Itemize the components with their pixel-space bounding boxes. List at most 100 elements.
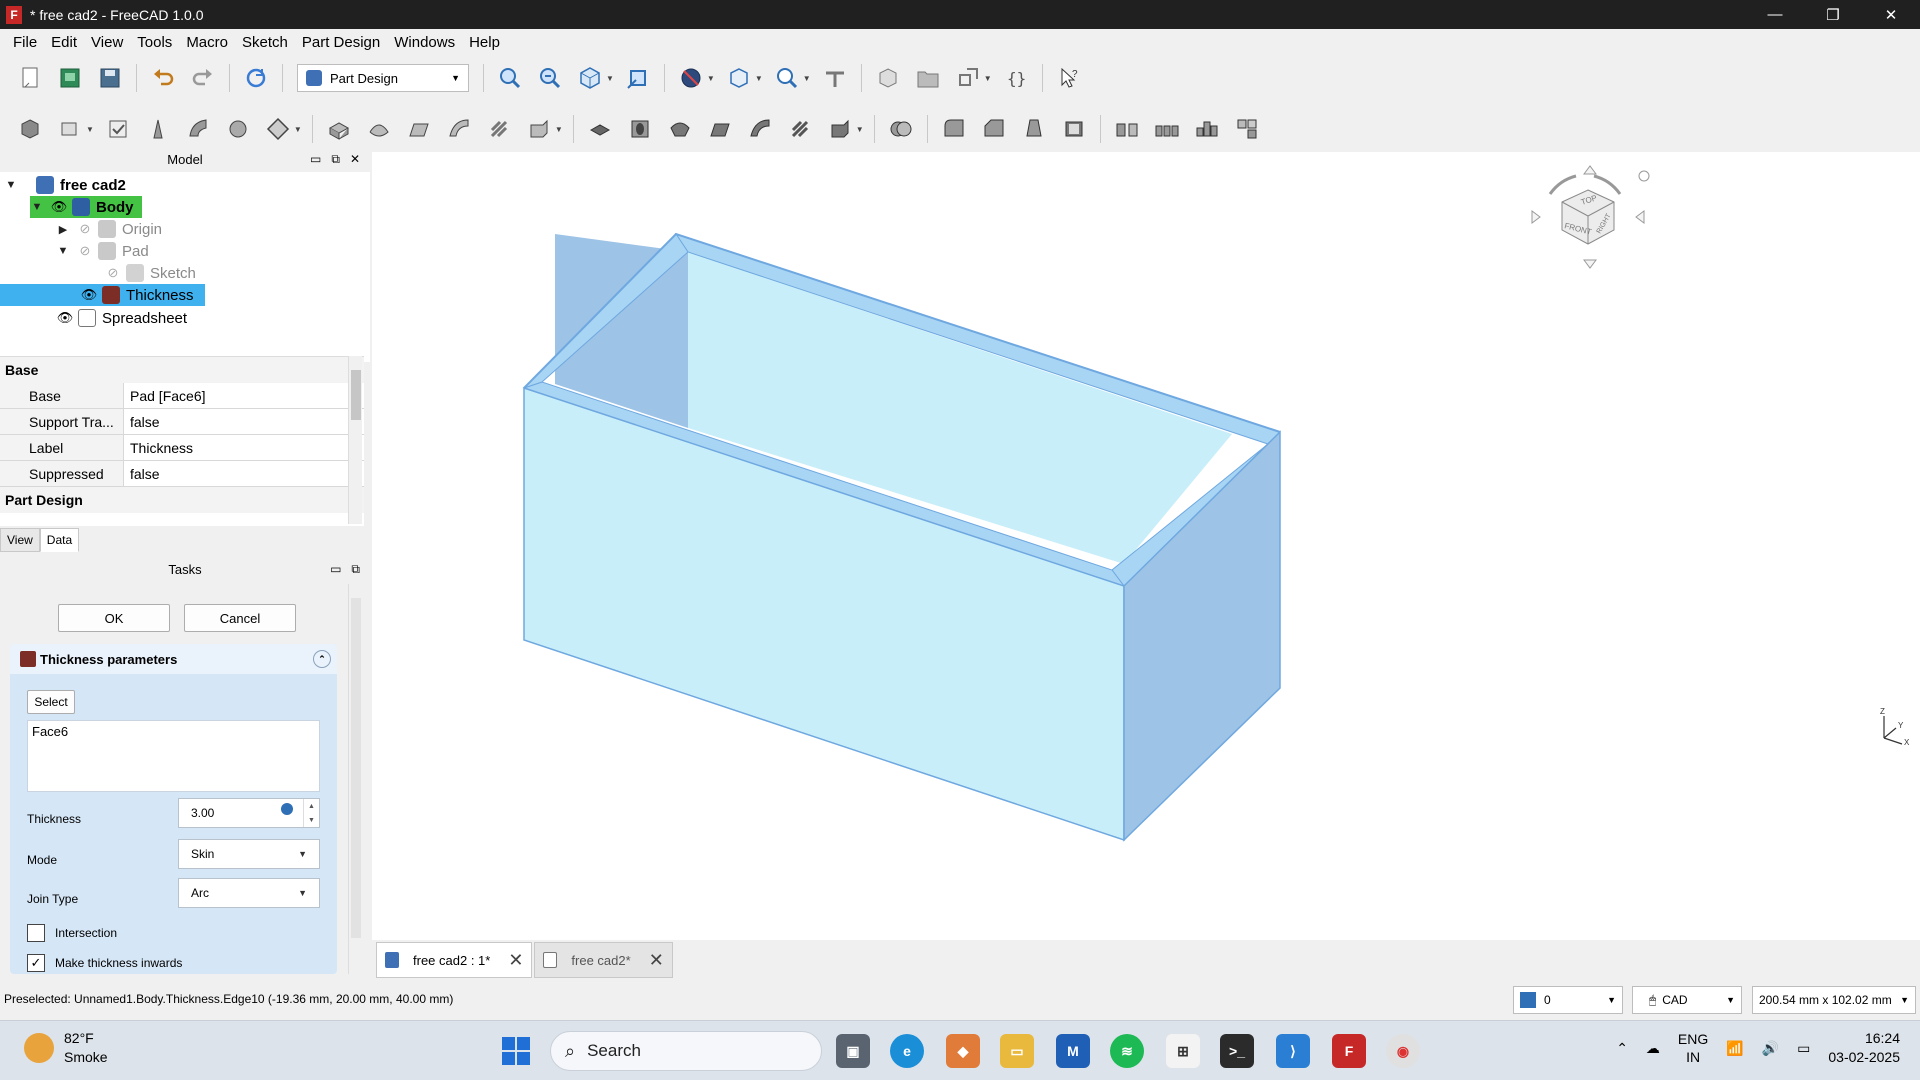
navcube-menu-icon[interactable] xyxy=(1638,170,1650,182)
mirrored-icon[interactable] xyxy=(1112,114,1142,144)
visibility-eye-icon[interactable]: 👁 xyxy=(50,199,68,215)
clock[interactable]: 16:24 03-02-2025 xyxy=(1828,1029,1900,1067)
chevron-down-icon[interactable]: ▼ xyxy=(755,74,763,83)
panel-close-icon[interactable]: ✕ xyxy=(350,152,360,167)
intersection-checkbox[interactable]: Intersection xyxy=(27,924,117,942)
chevron-down-icon[interactable]: ▼ xyxy=(707,74,715,83)
navcube-rotate-right-icon[interactable] xyxy=(1593,174,1622,195)
chevron-down-icon[interactable]: ▼ xyxy=(555,125,563,134)
fillet-icon[interactable] xyxy=(939,114,969,144)
pad-icon[interactable] xyxy=(324,114,354,144)
tasks-scrollbar[interactable] xyxy=(348,584,362,974)
chamfer-icon[interactable] xyxy=(979,114,1009,144)
tree-item-document[interactable]: ▼ free cad2 xyxy=(4,174,126,196)
face-list-item[interactable]: Face6 xyxy=(32,724,68,739)
vscode-icon[interactable]: ⟩ xyxy=(1276,1034,1310,1068)
menu-macro[interactable]: Macro xyxy=(179,34,235,51)
group-folder-icon[interactable] xyxy=(913,63,943,93)
scrollbar-thumb[interactable] xyxy=(351,598,361,938)
menu-view[interactable]: View xyxy=(84,34,130,51)
maximize-button[interactable]: ❐ xyxy=(1804,0,1862,29)
tab-3d-document[interactable]: free cad2 : 1* ✕ xyxy=(376,942,533,978)
chevron-up-icon[interactable]: ⌃ xyxy=(1616,1040,1628,1057)
subtractive-helix-icon[interactable] xyxy=(785,114,815,144)
chevron-down-icon[interactable]: ▼ xyxy=(984,74,992,83)
copilot-icon[interactable]: ◆ xyxy=(946,1034,980,1068)
file-explorer-icon[interactable]: ▭ xyxy=(1000,1034,1034,1068)
menu-help[interactable]: Help xyxy=(462,34,507,51)
chevron-down-icon[interactable]: ▼ xyxy=(606,74,614,83)
thickness-icon[interactable] xyxy=(1059,114,1089,144)
task-view-icon[interactable]: ▣ xyxy=(836,1034,870,1068)
hole-icon[interactable] xyxy=(625,114,655,144)
panel-undock-icon[interactable]: ⧉ xyxy=(351,562,360,577)
tab-data[interactable]: Data xyxy=(39,528,80,552)
chevron-down-icon[interactable]: ▼ xyxy=(803,74,811,83)
subtractive-pipe-icon[interactable] xyxy=(745,114,775,144)
tree-item-origin[interactable]: ▶ ⊘ Origin xyxy=(56,218,162,240)
windows-start-icon[interactable] xyxy=(502,1037,530,1065)
freecad-taskbar-icon[interactable]: F xyxy=(1332,1034,1366,1068)
redo-icon[interactable] xyxy=(188,63,218,93)
zoom-icon[interactable] xyxy=(772,63,802,93)
property-row[interactable]: Suppressed false xyxy=(0,461,364,487)
navigation-style-selector[interactable]: 🖱 CAD ▼ xyxy=(1632,986,1742,1014)
navigation-cube[interactable]: TOP FRONT RIGHT xyxy=(1520,162,1650,272)
validate-sketch-icon[interactable] xyxy=(103,114,133,144)
scrollbar-thumb[interactable] xyxy=(351,370,361,420)
navcube-arrow-right-icon[interactable] xyxy=(1635,210,1645,224)
new-document-icon[interactable] xyxy=(15,63,45,93)
edge-browser-icon[interactable]: e xyxy=(890,1034,924,1068)
chrome-icon[interactable]: ◉ xyxy=(1386,1034,1420,1068)
checkbox-unchecked[interactable] xyxy=(27,924,45,942)
tree-item-sketch[interactable]: ⊘ Sketch xyxy=(104,262,196,284)
property-value[interactable]: Thickness xyxy=(124,435,364,460)
menu-windows[interactable]: Windows xyxy=(387,34,462,51)
create-body-icon[interactable] xyxy=(15,114,45,144)
linear-pattern-icon[interactable] xyxy=(1152,114,1182,144)
hidden-eye-icon[interactable]: ⊘ xyxy=(104,265,122,281)
bounding-box-icon[interactable] xyxy=(623,63,653,93)
property-value[interactable]: Pad [Face6] xyxy=(124,383,364,408)
std-views-icon[interactable] xyxy=(724,63,754,93)
close-tab-icon[interactable]: ✕ xyxy=(508,950,523,971)
volume-icon[interactable]: 🔊 xyxy=(1762,1040,1779,1057)
additive-loft-icon[interactable] xyxy=(404,114,434,144)
select-button[interactable]: Select xyxy=(27,690,75,714)
mode-dropdown[interactable]: Skin ▼ xyxy=(178,839,320,869)
part-icon[interactable] xyxy=(873,63,903,93)
workbench-selector[interactable]: Part Design ▼ xyxy=(297,64,469,92)
close-window-button[interactable]: ✕ xyxy=(1862,0,1920,29)
panel-float-icon[interactable]: ▭ xyxy=(330,562,341,577)
menu-file[interactable]: File xyxy=(6,34,44,51)
additive-helix-icon[interactable] xyxy=(484,114,514,144)
battery-icon[interactable]: ▭ xyxy=(1797,1040,1810,1057)
property-value[interactable]: false xyxy=(124,409,364,434)
draft-icon[interactable] xyxy=(1019,114,1049,144)
onedrive-offline-icon[interactable]: ☁ xyxy=(1646,1040,1660,1057)
expand-arrow-icon[interactable]: ▼ xyxy=(30,201,44,213)
chevron-down-icon[interactable]: ▼ xyxy=(294,125,302,134)
fit-all-icon[interactable] xyxy=(495,63,525,93)
property-value[interactable]: false xyxy=(124,461,364,486)
navcube-arrow-left-icon[interactable] xyxy=(1531,210,1541,224)
measure-icon[interactable] xyxy=(820,63,850,93)
property-row[interactable]: Base Pad [Face6] xyxy=(0,383,364,409)
wifi-icon[interactable]: 📶 xyxy=(1726,1040,1743,1057)
save-icon[interactable] xyxy=(95,63,125,93)
boolean-icon[interactable] xyxy=(886,114,916,144)
hidden-eye-icon[interactable]: ⊘ xyxy=(76,221,94,237)
additive-pipe-icon[interactable] xyxy=(444,114,474,144)
tree-item-thickness[interactable]: 👁 Thickness xyxy=(0,284,205,306)
3d-viewport[interactable]: TOP FRONT RIGHT Z X Y xyxy=(372,152,1920,940)
terminal-icon[interactable]: >_ xyxy=(1220,1034,1254,1068)
ok-button[interactable]: OK xyxy=(58,604,170,632)
join-type-dropdown[interactable]: Arc ▼ xyxy=(178,878,320,908)
macro-braces-icon[interactable]: {} xyxy=(1001,63,1031,93)
faces-list[interactable]: Face6 xyxy=(27,720,320,792)
chevron-down-icon[interactable]: ▼ xyxy=(856,125,864,134)
layer-selector[interactable]: 0 ▼ xyxy=(1513,986,1623,1014)
collapse-chevron-icon[interactable]: ⌃ xyxy=(313,650,331,668)
dimension-indicator[interactable]: 200.54 mm x 102.02 mm ▼ xyxy=(1752,986,1916,1014)
cancel-button[interactable]: Cancel xyxy=(184,604,296,632)
